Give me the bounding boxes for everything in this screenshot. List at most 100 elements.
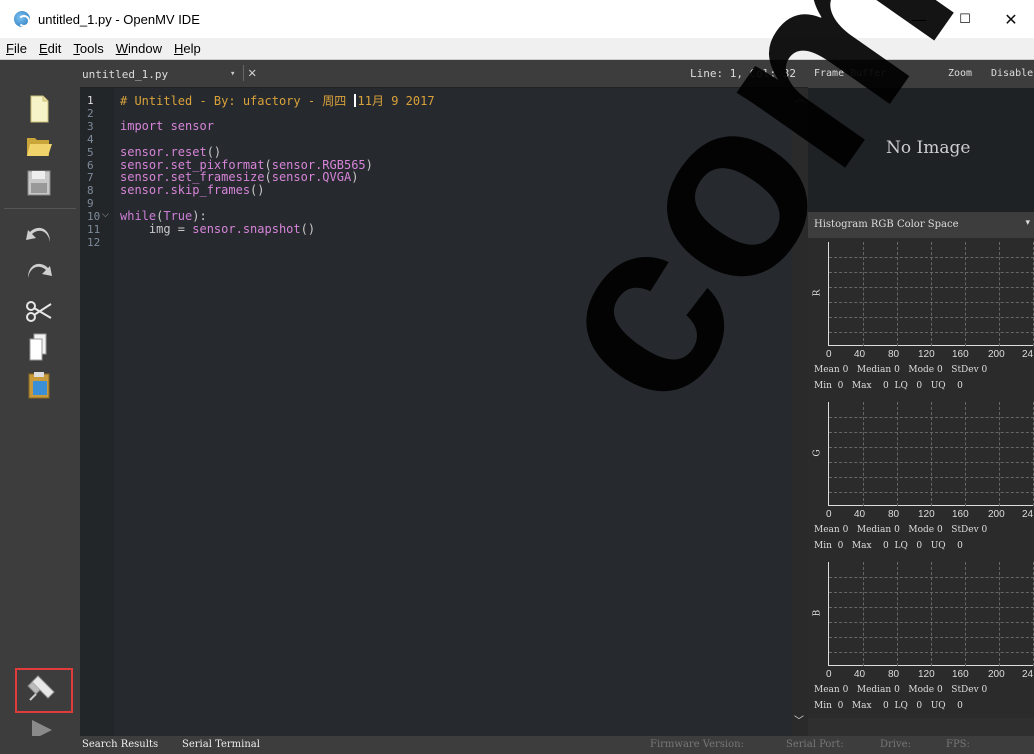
scroll-up-icon[interactable]: ︿ bbox=[795, 90, 805, 105]
close-button[interactable]: ✕ bbox=[988, 0, 1034, 38]
no-image-label: No Image bbox=[886, 138, 971, 158]
code-line: img = sensor.snapshot() bbox=[120, 223, 315, 236]
channel-label: G bbox=[812, 449, 823, 457]
line-number: 9 bbox=[87, 197, 94, 211]
editor-header: untitled_1.py ▾ ✕ Line: 1, Col: 32 bbox=[80, 60, 808, 88]
drive: Drive: bbox=[880, 739, 911, 750]
menu-bar: File Edit Tools Window Help bbox=[0, 38, 1034, 60]
menu-help[interactable]: Help bbox=[168, 41, 207, 56]
channel-label: B bbox=[812, 609, 823, 617]
disable-checkbox[interactable]: Disable bbox=[991, 68, 1033, 79]
histogram-title: Histogram RGB Color Space bbox=[814, 219, 959, 230]
menu-tools[interactable]: Tools bbox=[67, 41, 109, 56]
tick-label: 160 bbox=[952, 509, 969, 520]
scroll-down-icon[interactable]: ﹀ bbox=[794, 712, 804, 727]
histogram-r: R 0 40 80 120 160 200 24 Mean 0 Median 0 Mode 0 … bbox=[808, 238, 1034, 398]
code-line: # Untitled - By: ufactory - 周四 11月 9 201… bbox=[120, 94, 435, 108]
title-bar: untitled_1.py - OpenMV IDE — ☐ ✕ bbox=[0, 0, 1034, 38]
connect-highlight-box bbox=[15, 668, 73, 713]
code-token: () bbox=[206, 144, 222, 159]
line-number-gutter: 1 2 3 4 5 6 7 8 9 10 11 12 ⌵ bbox=[80, 88, 114, 736]
new-file-icon[interactable] bbox=[24, 94, 54, 124]
code-token: sensor.skip_frames bbox=[120, 183, 251, 198]
cursor-position: Line: 1, Col: 32 bbox=[690, 67, 796, 80]
tick-label: 0 bbox=[826, 669, 832, 680]
window-controls: — ☐ ✕ bbox=[896, 0, 1034, 38]
line-number: 7 bbox=[87, 171, 94, 185]
line-number: 2 bbox=[87, 106, 94, 120]
histogram-plot bbox=[828, 402, 1034, 506]
firmware-version: Firmware Version: bbox=[650, 739, 744, 750]
code-token: 11月 9 2017 bbox=[357, 94, 435, 108]
grid-line bbox=[931, 242, 932, 346]
tick-label: 40 bbox=[854, 669, 866, 680]
tick-label: 24 bbox=[1022, 509, 1034, 520]
save-icon[interactable] bbox=[24, 168, 54, 198]
code-token: ( bbox=[264, 170, 272, 185]
serial-port: Serial Port: bbox=[786, 739, 844, 750]
code-token: sensor.set_framesize bbox=[120, 170, 265, 185]
tick-label: 0 bbox=[826, 349, 832, 360]
tick-label: 120 bbox=[918, 669, 935, 680]
histogram-b: B 0 40 80 120 160 200 24 Mean 0 Median 0 Mode 0 … bbox=[808, 558, 1034, 718]
search-results-tab[interactable]: Search Results bbox=[82, 739, 158, 750]
tick-label: 120 bbox=[918, 509, 935, 520]
tick-label: 24 bbox=[1022, 669, 1034, 680]
histogram-stats-row1: Mean 0 Median 0 Mode 0 StDev 0 bbox=[814, 365, 988, 375]
chevron-down-icon[interactable]: ▾ bbox=[230, 69, 235, 79]
tick-label: 200 bbox=[988, 669, 1005, 680]
tick-label: 200 bbox=[988, 509, 1005, 520]
menu-file[interactable]: File bbox=[0, 41, 33, 56]
code-token: sensor.set_pixformat bbox=[120, 157, 265, 172]
code-token: sensor.QVGA bbox=[271, 170, 352, 185]
grid-line bbox=[965, 402, 966, 506]
tick-label: 80 bbox=[888, 509, 900, 520]
maximize-button[interactable]: ☐ bbox=[942, 0, 988, 38]
frame-buffer-header: Frame Buffer Zoom Disable bbox=[808, 60, 1034, 88]
tick-label: 160 bbox=[952, 669, 969, 680]
close-file-icon[interactable]: ✕ bbox=[243, 65, 256, 81]
grid-line bbox=[999, 562, 1000, 666]
tick-label: 80 bbox=[888, 349, 900, 360]
line-number: 12 bbox=[87, 235, 101, 249]
tick-label: 0 bbox=[826, 509, 832, 520]
copy-icon[interactable] bbox=[24, 332, 54, 362]
grid-line bbox=[863, 562, 864, 666]
histogram-stats-row1: Mean 0 Median 0 Mode 0 StDev 0 bbox=[814, 685, 988, 695]
grid-line bbox=[897, 402, 898, 506]
zoom-checkbox[interactable]: Zoom bbox=[948, 68, 972, 79]
serial-terminal-tab[interactable]: Serial Terminal bbox=[182, 739, 260, 750]
code-token: ) bbox=[365, 157, 373, 172]
code-token: sensor.RGB565 bbox=[271, 157, 366, 172]
fold-arrow-icon[interactable]: ⌵ bbox=[102, 210, 109, 220]
code-token: () bbox=[300, 222, 316, 236]
menu-edit[interactable]: Edit bbox=[33, 41, 67, 56]
redo-icon[interactable] bbox=[24, 256, 54, 286]
open-file-icon[interactable] bbox=[24, 130, 54, 160]
paste-icon[interactable] bbox=[24, 370, 54, 400]
code-token: while bbox=[120, 209, 157, 224]
minimize-button[interactable]: — bbox=[896, 0, 942, 38]
grid-line bbox=[863, 402, 864, 506]
line-number: 5 bbox=[87, 145, 94, 159]
tick-label: 160 bbox=[952, 349, 969, 360]
histogram-stats-row1: Mean 0 Median 0 Mode 0 StDev 0 bbox=[814, 525, 988, 535]
menu-window[interactable]: Window bbox=[110, 41, 168, 56]
histogram-g: G 0 40 80 120 160 200 24 Mean 0 Median 0 Mode 0 … bbox=[808, 398, 1034, 558]
histogram-plot bbox=[828, 562, 1034, 666]
tick-label: 80 bbox=[888, 669, 900, 680]
openmv-app-icon bbox=[14, 11, 30, 27]
tick-label: 40 bbox=[854, 509, 866, 520]
grid-line bbox=[931, 402, 932, 506]
undo-icon[interactable] bbox=[24, 220, 54, 250]
cut-icon[interactable] bbox=[24, 296, 54, 326]
line-number: 10 bbox=[87, 210, 101, 224]
line-number: 11 bbox=[87, 223, 101, 236]
editor-scrollbar[interactable]: ︿ bbox=[792, 88, 808, 736]
code-token: True bbox=[163, 209, 193, 224]
window-title: untitled_1.py - OpenMV IDE bbox=[38, 11, 200, 27]
code-token: img = bbox=[120, 222, 193, 236]
color-space-dropdown-icon[interactable]: ▾ bbox=[1025, 218, 1030, 228]
code-editor[interactable]: # Untitled - By: ufactory - 周四 11月 9 201… bbox=[114, 88, 792, 736]
file-selector[interactable]: untitled_1.py bbox=[80, 60, 266, 88]
